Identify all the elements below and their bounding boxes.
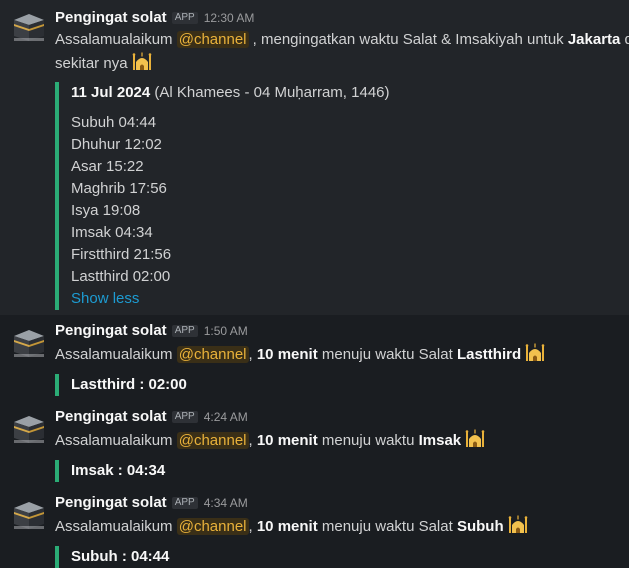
minutes-remaining: 10 menit (256, 518, 318, 535)
message-header: Pengingat solat APP 12:30 AM (55, 9, 629, 27)
mosque-icon (465, 428, 485, 448)
app-badge: APP (171, 411, 198, 423)
message: Pengingat solat APP 4:24 AM Assalamualaiku… (0, 401, 629, 487)
sender-name[interactable]: Pengingat solat (55, 408, 167, 425)
app-badge: APP (171, 12, 198, 24)
prayer-name: Subuh (456, 518, 504, 535)
prayer-time-row: Isya 19:08 (71, 202, 141, 219)
message-text: Assalamualaikum @channel, 10 menit menuj… (55, 342, 629, 366)
reminder-time: Imsak : 04:34 (71, 462, 166, 479)
message-time[interactable]: 4:34 AM (204, 496, 248, 510)
mosque-icon (525, 342, 545, 362)
bot-avatar[interactable] (12, 328, 46, 358)
app-badge: APP (171, 325, 198, 337)
channel-mention[interactable]: @channel (176, 518, 249, 535)
channel-mention[interactable]: @channel (176, 432, 249, 449)
message-text: Assalamualaikum @channel, 10 menit menuj… (55, 514, 629, 538)
prayer-time-row: Dhuhur 12:02 (71, 136, 162, 153)
message-header: Pengingat solat APP 4:34 AM (55, 494, 629, 512)
message-text: Assalamualaikum @channel, 10 menit menuj… (55, 428, 629, 452)
bot-avatar[interactable] (12, 500, 46, 530)
prayer-name: Lastthird (456, 346, 522, 363)
attachment-date-row: 11 Jul 2024 (Al Khamees - 04 Muḥarram, 1… (71, 82, 629, 104)
prayer-time-row: Subuh 04:44 (71, 114, 157, 131)
show-less-link[interactable]: Show less (71, 288, 629, 310)
prayer-time-row: Maghrib 17:56 (71, 180, 167, 197)
message-time[interactable]: 1:50 AM (204, 324, 248, 338)
message: Pengingat solat APP 4:34 AM Assalamualaiku… (0, 487, 629, 568)
hijri-date: (Al Khamees - 04 Muḥarram, 1446) (150, 84, 390, 101)
message-header: Pengingat solat APP 1:50 AM (55, 322, 629, 340)
channel-mention[interactable]: @channel (176, 31, 249, 48)
bot-avatar[interactable] (12, 414, 46, 444)
prayer-name: Imsak (418, 432, 462, 449)
prayer-time-row: Lastthird 02:00 (71, 268, 171, 285)
reminder-attachment: Lastthird : 02:00 (55, 374, 629, 396)
city-name: Jakarta (567, 31, 621, 48)
sender-name[interactable]: Pengingat solat (55, 9, 167, 26)
message: Pengingat solat APP 12:30 AM Assalamualaik… (0, 0, 629, 315)
mosque-icon (508, 514, 528, 534)
sender-name[interactable]: Pengingat solat (55, 494, 167, 511)
message-header: Pengingat solat APP 4:24 AM (55, 408, 629, 426)
minutes-remaining: 10 menit (256, 346, 318, 363)
message-text: Assalamualaikum @channel , mengingatkan … (55, 31, 629, 72)
app-badge: APP (171, 497, 198, 509)
bot-avatar[interactable] (12, 12, 46, 42)
prayer-times-attachment: 11 Jul 2024 (Al Khamees - 04 Muḥarram, 1… (55, 82, 629, 310)
minutes-remaining: 10 menit (256, 432, 318, 449)
reminder-attachment: Imsak : 04:34 (55, 460, 629, 482)
message-time[interactable]: 12:30 AM (204, 11, 255, 25)
channel-mention[interactable]: @channel (176, 346, 249, 363)
sender-name[interactable]: Pengingat solat (55, 322, 167, 339)
prayer-time-row: Firstthird 21:56 (71, 246, 172, 263)
prayer-time-row: Imsak 04:34 (71, 224, 153, 241)
mosque-icon (132, 51, 152, 71)
reminder-time: Subuh : 04:44 (71, 548, 170, 565)
message-time[interactable]: 4:24 AM (204, 410, 248, 424)
gregorian-date: 11 Jul 2024 (71, 84, 151, 101)
message: Pengingat solat APP 1:50 AM Assalamualaiku… (0, 315, 629, 401)
prayer-time-row: Asar 15:22 (71, 158, 144, 175)
reminder-time: Lastthird : 02:00 (71, 376, 187, 393)
